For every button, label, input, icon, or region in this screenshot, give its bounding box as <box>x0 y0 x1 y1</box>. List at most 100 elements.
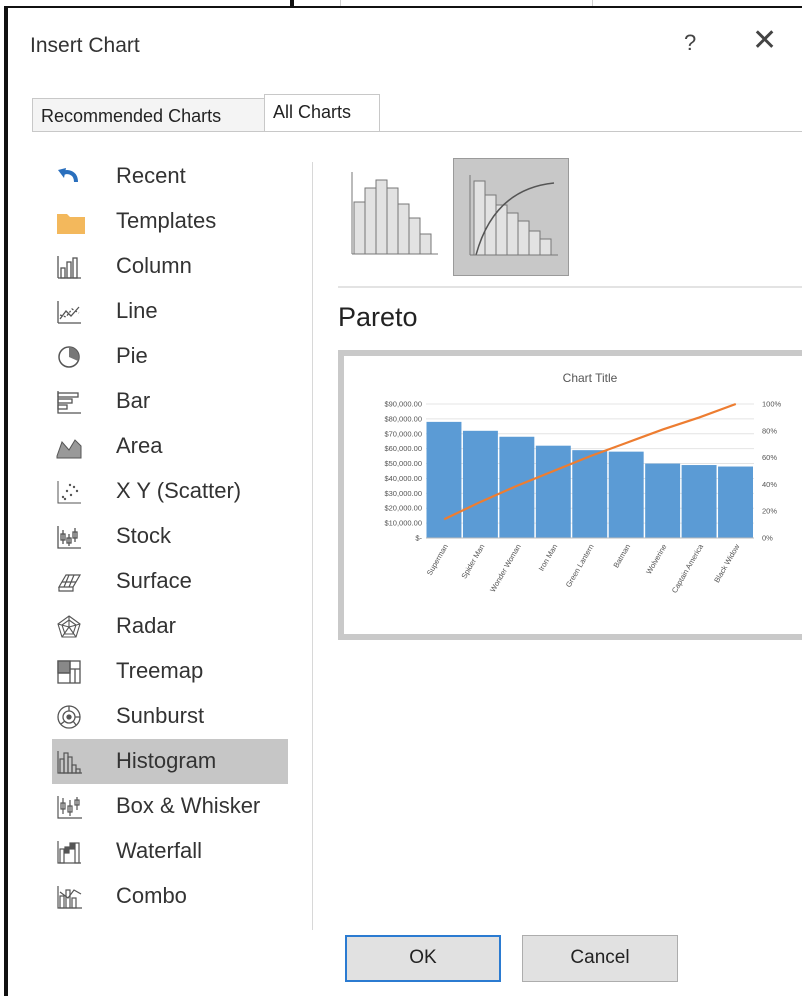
area-chart-icon <box>56 434 82 459</box>
waterfall-chart-icon <box>56 839 81 864</box>
x-tick-label: Batman <box>611 543 632 570</box>
chart-type-recent[interactable]: Recent <box>52 154 288 199</box>
bar <box>681 465 717 538</box>
x-tick-label: Green Lantern <box>564 543 596 589</box>
chart-type-combo[interactable]: Combo <box>52 874 288 919</box>
chart-type-surface[interactable]: Surface <box>52 559 288 604</box>
x-tick-label: Captain America <box>670 542 706 595</box>
chart-preview[interactable]: Chart Title $- $10,000.00 $20,000.00 $30,000… <box>338 350 802 640</box>
tab-all-charts[interactable]: All Charts <box>264 94 380 132</box>
insert-chart-dialog: Insert Chart ? ✕ Recommended Charts All … <box>4 6 802 996</box>
y-tick-label: $40,000.00 <box>384 474 422 483</box>
y-tick-label: $80,000.00 <box>384 414 422 423</box>
chart-type-box-whisker[interactable]: Box & Whisker <box>52 784 288 829</box>
undo-arrow-icon <box>56 164 80 188</box>
chart-type-label: Templates <box>116 208 217 233</box>
bar <box>426 421 462 538</box>
y2-tick-label: 80% <box>762 426 777 435</box>
bar <box>718 466 753 538</box>
cancel-button[interactable]: Cancel <box>522 935 678 982</box>
dialog-titlebar: Insert Chart ? ✕ <box>8 8 802 84</box>
histogram-subtype-thumbnail[interactable] <box>342 158 458 276</box>
bar <box>535 445 571 538</box>
bar <box>462 430 498 538</box>
y2-tick-label: 60% <box>762 453 777 462</box>
y2-tick-label: 0% <box>762 534 773 543</box>
divider <box>312 162 313 930</box>
column-chart-icon <box>56 254 81 279</box>
y2-tick-label: 20% <box>762 507 777 516</box>
chart-type-label: Bar <box>116 388 151 413</box>
chart-type-label: Radar <box>116 613 176 638</box>
y-tick-label: $- <box>415 534 422 543</box>
y-tick-label: $70,000.00 <box>384 429 422 438</box>
stock-chart-icon <box>56 524 81 549</box>
x-tick-label: Superman <box>425 543 450 577</box>
chart-type-label: X Y (Scatter) <box>116 478 242 503</box>
y-tick-label: $60,000.00 <box>384 444 422 453</box>
chart-type-treemap[interactable]: Treemap <box>52 649 288 694</box>
bar <box>645 463 681 538</box>
radar-chart-icon <box>56 614 81 638</box>
chart-type-label: Histogram <box>116 748 217 773</box>
folder-icon <box>56 209 85 234</box>
chart-title: Chart Title <box>563 371 618 385</box>
sunburst-chart-icon <box>56 704 81 729</box>
surface-chart-icon <box>56 569 82 593</box>
y-tick-label: $10,000.00 <box>384 519 422 528</box>
tab-recommended-charts[interactable]: Recommended Charts <box>32 98 268 132</box>
x-tick-label: Iron Man <box>537 543 560 573</box>
chart-type-label: Recent <box>116 163 186 188</box>
chart-type-radar[interactable]: Radar <box>52 604 288 649</box>
chart-type-label: Treemap <box>116 658 204 683</box>
chart-type-label: Waterfall <box>116 838 202 863</box>
chart-type-waterfall[interactable]: Waterfall <box>52 829 288 874</box>
chart-type-label: Stock <box>116 523 172 548</box>
treemap-chart-icon <box>56 659 81 684</box>
x-tick-label: Wolverine <box>644 543 668 576</box>
x-tick-label: Spider Man <box>459 543 486 581</box>
dialog-title: Insert Chart <box>30 34 140 57</box>
chart-type-templates[interactable]: Templates <box>52 199 288 244</box>
bar <box>499 436 535 538</box>
chart-type-area[interactable]: Area <box>52 424 288 469</box>
y-tick-label: $50,000.00 <box>384 459 422 468</box>
help-button[interactable]: ? <box>684 30 696 56</box>
divider <box>338 286 802 288</box>
pareto-subtype-thumbnail[interactable] <box>453 158 569 276</box>
chart-type-column[interactable]: Column <box>52 244 288 289</box>
x-tick-label: Wonder Woman <box>488 543 523 594</box>
y2-tick-label: 100% <box>762 400 782 409</box>
chart-type-list: Recent Templates Column Line Pie Bar Area X Y (… <box>52 154 288 919</box>
pareto-subtype-icon <box>469 175 558 256</box>
chart-type-label: Area <box>116 433 163 458</box>
y-tick-label: $30,000.00 <box>384 489 422 498</box>
histogram-chart-icon <box>56 749 82 774</box>
chart-type-bar[interactable]: Bar <box>52 379 288 424</box>
combo-chart-icon <box>56 884 82 909</box>
pareto-chart: Chart Title $- $10,000.00 $20,000.00 $30,000… <box>384 371 782 595</box>
y-tick-label: $90,000.00 <box>384 400 422 409</box>
chart-type-label: Sunburst <box>116 703 205 728</box>
tab-content: Recent Templates Column Line Pie Bar Area X Y (… <box>32 131 802 932</box>
ok-button[interactable]: OK <box>345 935 501 982</box>
chart-type-sunburst[interactable]: Sunburst <box>52 694 288 739</box>
chart-type-label: Surface <box>116 568 192 593</box>
chart-type-histogram[interactable]: Histogram <box>52 739 288 784</box>
chart-type-x-y-scatter[interactable]: X Y (Scatter) <box>52 469 288 514</box>
close-button[interactable]: ✕ <box>752 26 777 56</box>
bar <box>608 451 644 538</box>
bar-chart-icon <box>56 389 81 414</box>
pie-chart-icon <box>56 344 80 368</box>
y2-tick-label: 40% <box>762 480 777 489</box>
histogram-subtype-icon <box>351 172 438 255</box>
chart-type-pie[interactable]: Pie <box>52 334 288 379</box>
box-whisker-chart-icon <box>56 794 82 819</box>
line-chart-icon <box>56 299 81 324</box>
chart-type-line[interactable]: Line <box>52 289 288 334</box>
chart-type-label: Combo <box>116 883 187 908</box>
chart-type-label: Line <box>116 298 158 323</box>
preview-chart-name: Pareto <box>338 302 418 332</box>
chart-type-stock[interactable]: Stock <box>52 514 288 559</box>
bar <box>572 450 608 538</box>
